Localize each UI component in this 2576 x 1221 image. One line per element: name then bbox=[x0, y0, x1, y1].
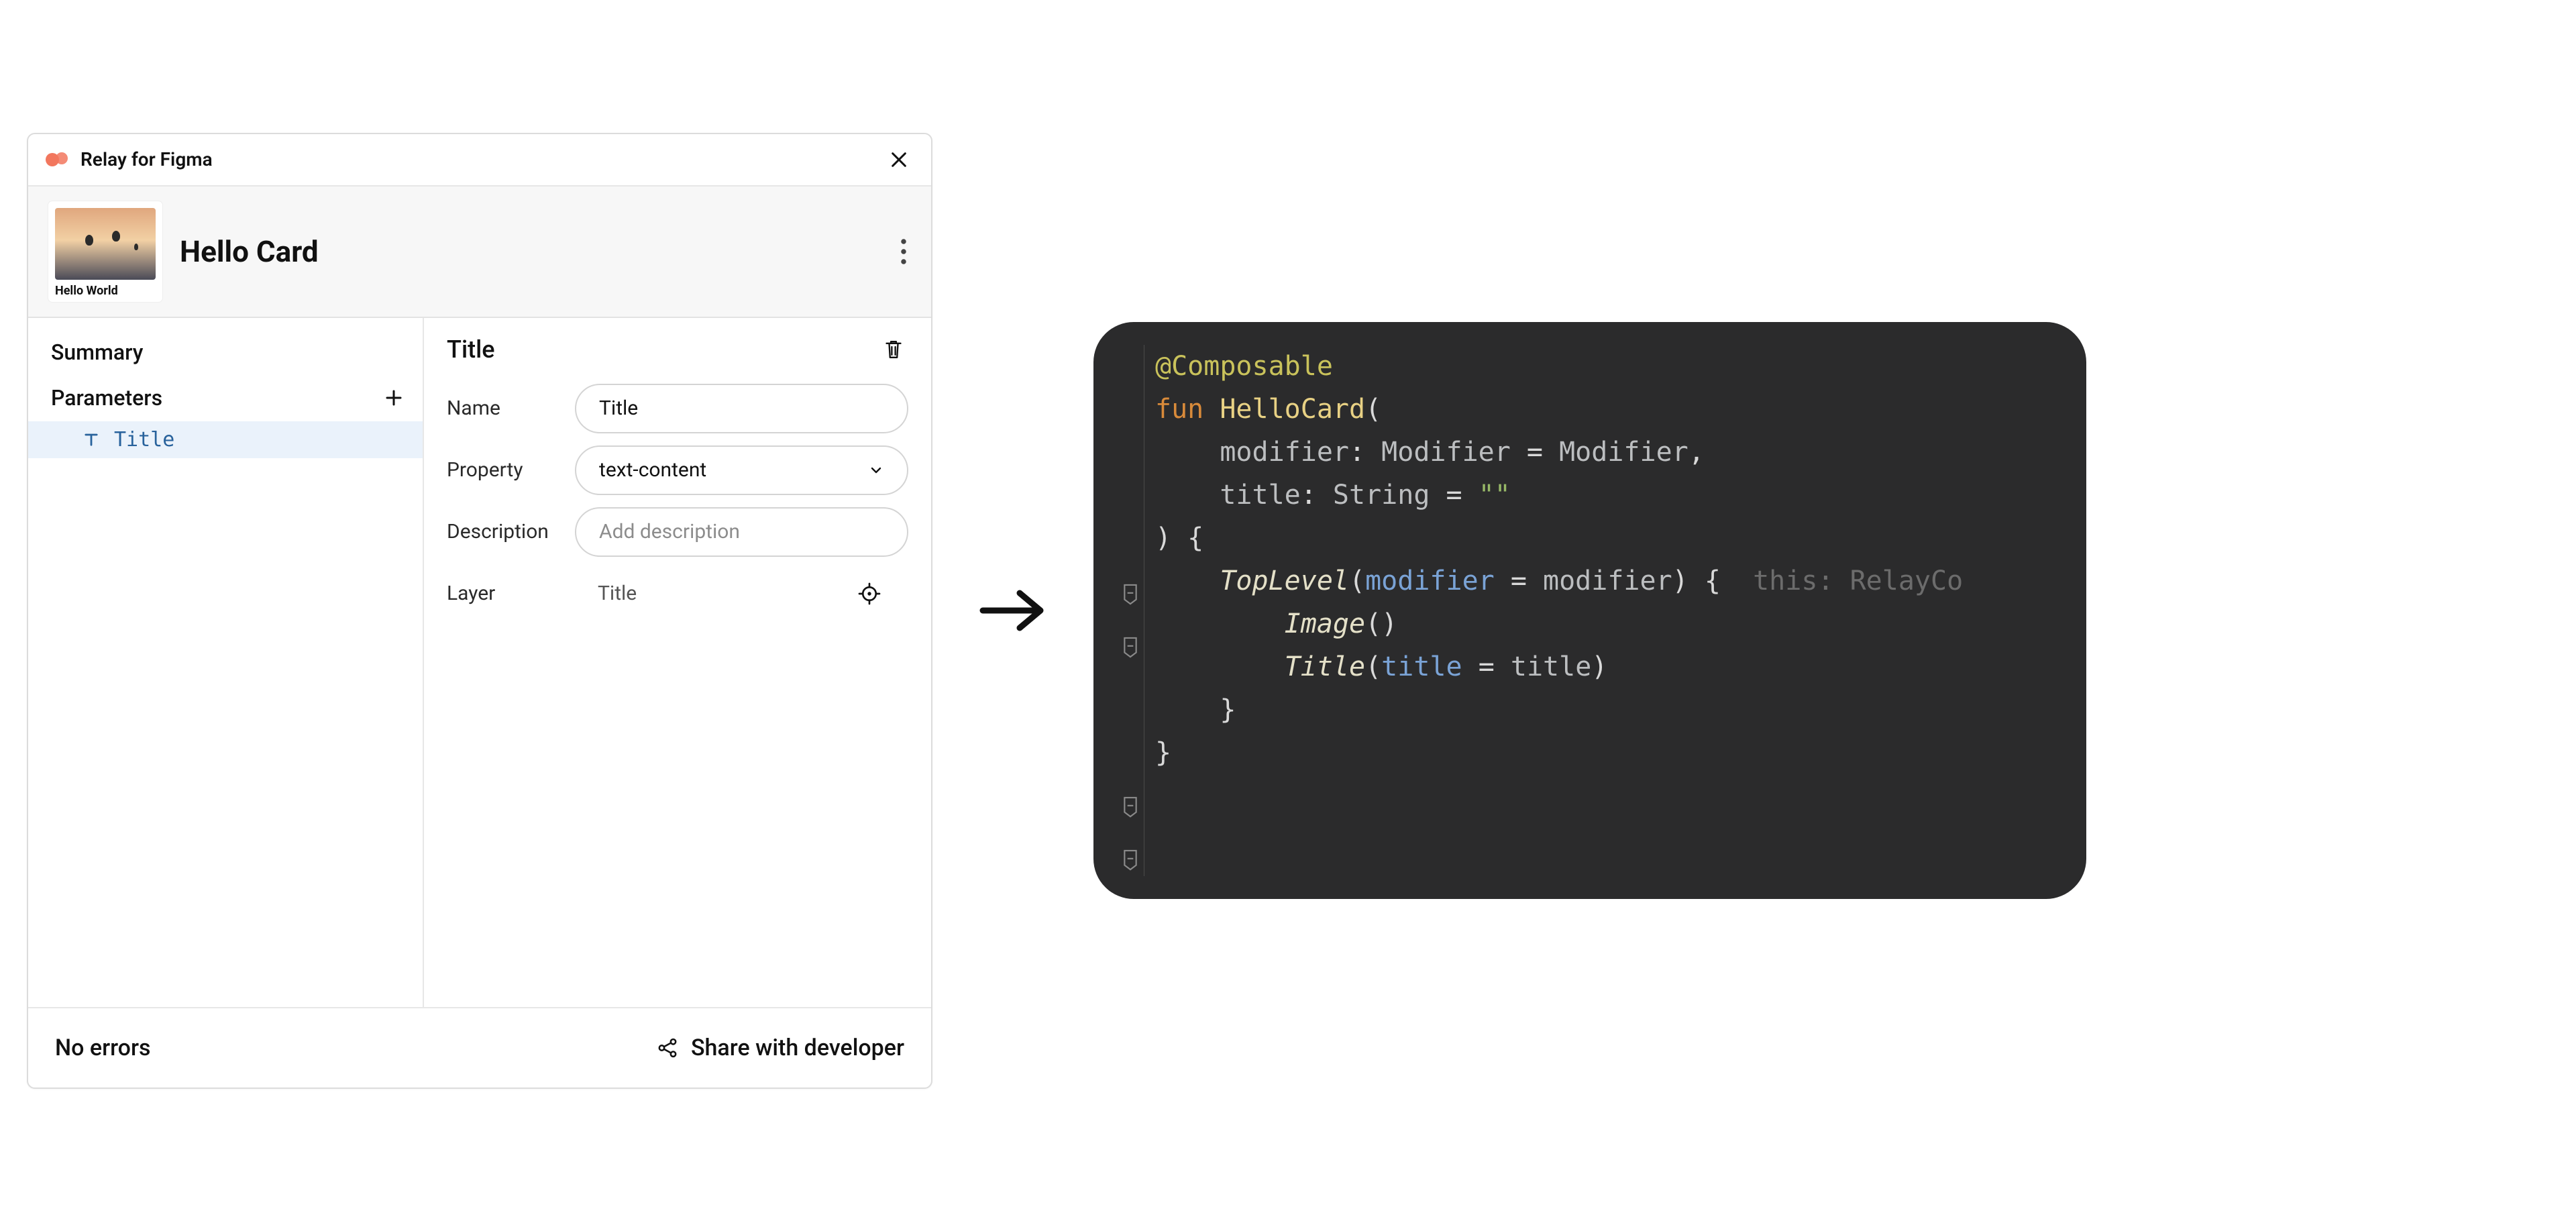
panel-footer: No errors Share with developer bbox=[28, 1007, 931, 1087]
transform-arrow bbox=[973, 584, 1053, 637]
panel-body: Summary Parameters Title Title bbox=[28, 318, 931, 1007]
property-label: Property bbox=[447, 458, 571, 482]
field-description: Description Add description bbox=[447, 507, 908, 557]
name-label: Name bbox=[447, 396, 571, 420]
code-named-arg: modifier bbox=[1365, 566, 1495, 596]
code-type: String bbox=[1333, 480, 1430, 511]
plugin-name: Relay for Figma bbox=[80, 148, 213, 170]
code-content: @Composable fun HelloCard( modifier: Mod… bbox=[1144, 345, 1963, 876]
code-default: Modifier bbox=[1559, 437, 1688, 468]
detail-pane: Title Name Title Property bbox=[424, 318, 931, 1007]
field-layer: Layer Title bbox=[447, 569, 908, 619]
delete-button[interactable] bbox=[879, 334, 908, 365]
description-label: Description bbox=[447, 520, 571, 543]
arrow-right-icon bbox=[976, 584, 1050, 637]
sidebar: Summary Parameters Title bbox=[28, 318, 424, 1007]
thumbnail-caption: Hello World bbox=[55, 280, 156, 298]
code-param: modifier bbox=[1220, 437, 1349, 468]
code-call: TopLevel bbox=[1220, 566, 1349, 596]
name-value: Title bbox=[599, 396, 638, 420]
detail-title: Title bbox=[447, 335, 495, 364]
property-select[interactable]: text-content bbox=[575, 445, 908, 495]
component-thumbnail: Hello World bbox=[48, 201, 162, 302]
text-icon bbox=[82, 430, 101, 449]
layer-label: Layer bbox=[447, 582, 571, 605]
fold-marker-icon bbox=[1122, 583, 1139, 606]
fold-marker-icon bbox=[1122, 796, 1139, 818]
name-input[interactable]: Title bbox=[575, 384, 908, 433]
code-annotation: @Composable bbox=[1155, 351, 1333, 382]
field-property: Property text-content bbox=[447, 445, 908, 495]
code-eq: = bbox=[1527, 437, 1543, 468]
code-call: Title bbox=[1285, 651, 1365, 682]
close-button[interactable] bbox=[884, 145, 914, 174]
close-icon bbox=[888, 149, 910, 170]
code-string: "" bbox=[1479, 480, 1511, 511]
relay-panel: Relay for Figma Hello World Hello Card S… bbox=[27, 133, 932, 1089]
layer-value: Title bbox=[598, 582, 637, 605]
field-name: Name Title bbox=[447, 384, 908, 433]
relay-logo-icon bbox=[46, 152, 70, 168]
code-eq: = bbox=[1446, 480, 1462, 511]
code-call: Image bbox=[1285, 608, 1365, 639]
component-title: Hello Card bbox=[180, 234, 879, 269]
fold-marker-icon bbox=[1122, 636, 1139, 659]
code-arg: title bbox=[1511, 651, 1591, 682]
more-button[interactable] bbox=[896, 234, 911, 269]
parameters-section: Parameters bbox=[28, 374, 423, 421]
fold-marker-icon bbox=[1122, 849, 1139, 871]
description-input[interactable]: Add description bbox=[575, 507, 908, 557]
code-type: Modifier bbox=[1381, 437, 1511, 468]
parameter-item-label: Title bbox=[114, 428, 174, 452]
code-keyword: fun bbox=[1155, 394, 1203, 425]
component-header: Hello World Hello Card bbox=[28, 187, 931, 318]
code-hint: this: RelayCo bbox=[1753, 566, 1963, 596]
code-arg: modifier bbox=[1543, 566, 1672, 596]
summary-section[interactable]: Summary bbox=[28, 330, 423, 374]
plus-icon bbox=[384, 388, 404, 408]
code-named-arg: title bbox=[1381, 651, 1462, 682]
code-param: title bbox=[1220, 480, 1300, 511]
target-icon bbox=[857, 582, 881, 606]
locate-layer-button[interactable] bbox=[853, 578, 885, 610]
share-icon bbox=[656, 1037, 679, 1059]
share-button[interactable]: Share with developer bbox=[656, 1034, 904, 1061]
panel-titlebar: Relay for Figma bbox=[28, 134, 931, 187]
thumbnail-image bbox=[55, 208, 156, 280]
code-gutter bbox=[1107, 345, 1144, 876]
parameter-item-title[interactable]: Title bbox=[28, 421, 423, 458]
chevron-down-icon bbox=[868, 462, 884, 478]
description-placeholder: Add description bbox=[599, 520, 740, 543]
trash-icon bbox=[883, 338, 904, 361]
add-parameter-button[interactable] bbox=[380, 384, 408, 412]
share-label: Share with developer bbox=[691, 1034, 904, 1061]
property-value: text-content bbox=[599, 458, 706, 482]
code-block: @Composable fun HelloCard( modifier: Mod… bbox=[1093, 322, 2086, 899]
parameters-label: Parameters bbox=[51, 385, 162, 411]
status-text: No errors bbox=[55, 1034, 151, 1061]
code-fn-name: HelloCard bbox=[1220, 394, 1365, 425]
layer-value-row: Title bbox=[575, 569, 908, 619]
more-vertical-icon bbox=[900, 238, 907, 265]
